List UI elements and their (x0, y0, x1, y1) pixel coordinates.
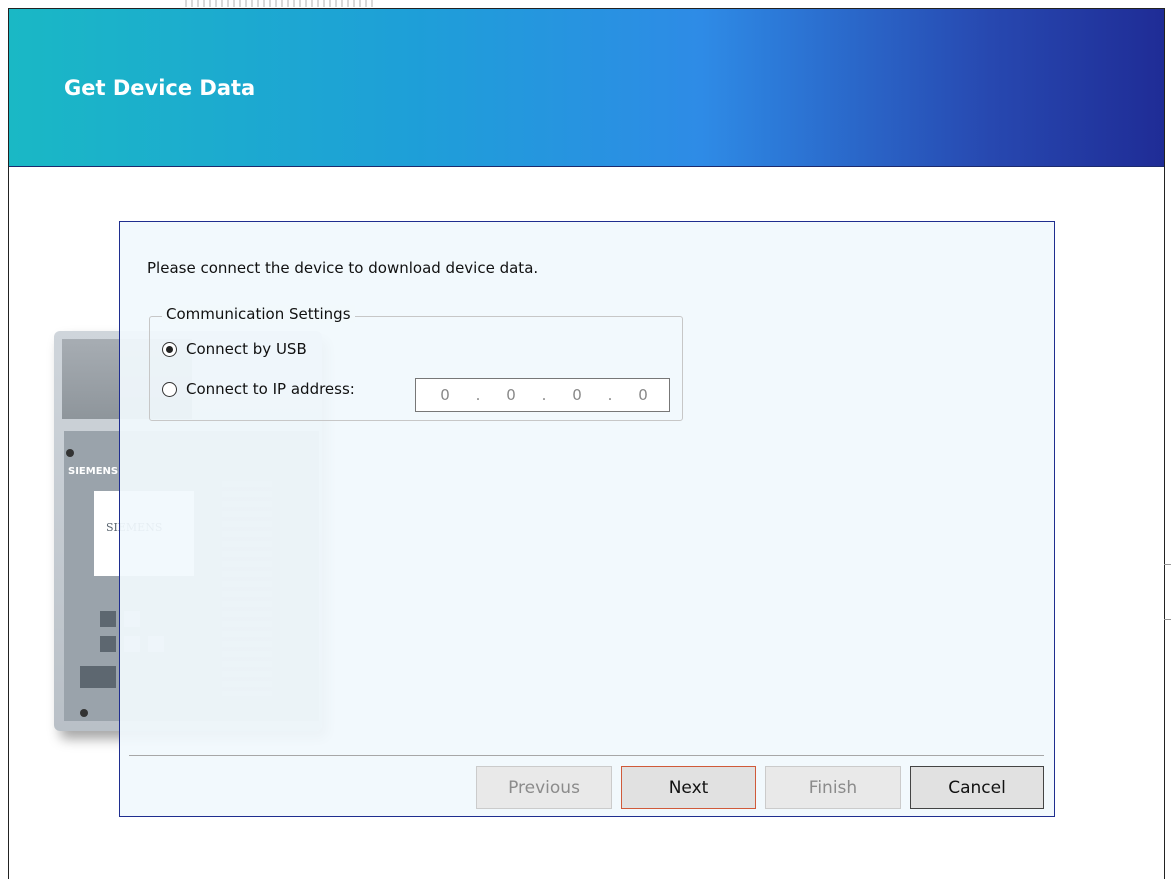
ip-octet-2[interactable]: 0 (500, 386, 522, 404)
ip-octet-3[interactable]: 0 (566, 386, 588, 404)
next-button[interactable]: Next (621, 766, 756, 809)
ip-octet-4[interactable]: 0 (632, 386, 654, 404)
cancel-button[interactable]: Cancel (910, 766, 1044, 809)
usb-radio[interactable] (162, 341, 177, 357)
ip-radio[interactable] (162, 381, 177, 397)
device-usb-port-icon (80, 666, 116, 688)
previous-button[interactable]: Previous (476, 766, 612, 809)
ip-label: Connect to IP address: (186, 380, 355, 398)
usb-option[interactable]: Connect by USB (162, 340, 307, 358)
background-window-text (185, 0, 375, 7)
right-edge-tick (1164, 564, 1171, 565)
ip-octet-1[interactable]: 0 (434, 386, 456, 404)
communication-settings-group: Communication Settings Connect by USB Co… (149, 305, 683, 421)
connect-prompt: Please connect the device to download de… (147, 259, 539, 277)
finish-button[interactable]: Finish (765, 766, 901, 809)
dialog-title: Get Device Data (64, 76, 256, 100)
dialog-header: Get Device Data (9, 9, 1164, 167)
usb-label: Connect by USB (186, 340, 307, 358)
ip-separator: . (475, 386, 481, 404)
device-led-icon (80, 709, 88, 717)
ip-separator: . (607, 386, 613, 404)
device-up-key-icon (100, 611, 116, 627)
ip-option[interactable]: Connect to IP address: (162, 380, 355, 398)
ip-address-field[interactable]: 0 . 0 . 0 . 0 (415, 378, 670, 412)
device-down-key-icon (100, 636, 116, 652)
button-separator (129, 755, 1044, 756)
background-window-strip (0, 0, 1171, 8)
radio-selected-dot (166, 345, 173, 353)
right-edge-tick (1164, 619, 1171, 620)
device-brand-logo: SIEMENS (68, 466, 119, 477)
wizard-panel: Please connect the device to download de… (119, 221, 1055, 817)
ip-separator: . (541, 386, 547, 404)
device-led-icon (66, 449, 74, 457)
group-legend: Communication Settings (162, 305, 355, 323)
